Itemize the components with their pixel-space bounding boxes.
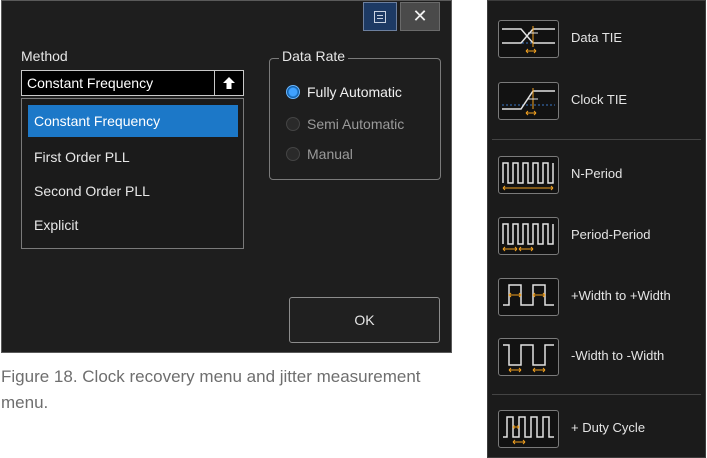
- pos-width-icon: [498, 278, 559, 316]
- menu-item-duty-cycle[interactable]: + Duty Cycle: [488, 398, 707, 458]
- figure-caption: Figure 18. Clock recovery menu and jitte…: [1, 367, 421, 412]
- radio-label: Manual: [307, 146, 353, 162]
- neg-width-icon: [498, 338, 559, 376]
- period-period-icon: [498, 217, 559, 255]
- close-icon: ✕: [412, 6, 428, 27]
- radio-checked-icon: [286, 85, 300, 99]
- method-option-first-order-pll[interactable]: First Order PLL: [28, 141, 238, 173]
- radio-manual[interactable]: Manual: [286, 146, 353, 162]
- ok-button[interactable]: OK: [289, 297, 440, 343]
- close-button[interactable]: ✕: [400, 2, 440, 31]
- menu-item-data-tie[interactable]: Data TIE: [488, 8, 707, 68]
- clock-tie-icon: [498, 82, 559, 120]
- menu-item-n-period[interactable]: N-Period: [488, 144, 707, 204]
- menu-item-label: +Width to +Width: [571, 288, 671, 303]
- method-label: Method: [21, 48, 68, 64]
- data-tie-icon: [498, 20, 559, 58]
- dropdown-toggle[interactable]: [214, 71, 243, 95]
- method-option-explicit[interactable]: Explicit: [28, 209, 238, 241]
- method-dropdown[interactable]: Constant Frequency: [21, 70, 244, 96]
- menu-item-clock-tie[interactable]: Clock TIE: [488, 70, 707, 130]
- radio-semi-automatic[interactable]: Semi Automatic: [286, 116, 404, 132]
- menu-item-label: -Width to -Width: [571, 348, 665, 363]
- method-selected-value: Constant Frequency: [27, 75, 154, 91]
- radio-fully-automatic[interactable]: Fully Automatic: [286, 84, 402, 100]
- menu-item-pos-width[interactable]: +Width to +Width: [488, 266, 707, 326]
- radio-label: Semi Automatic: [307, 116, 405, 132]
- jitter-measurement-menu: Data TIE Clock TIE N-Period Period-Perio…: [487, 0, 706, 458]
- radio-unchecked-icon: [286, 147, 300, 161]
- menu-button[interactable]: [363, 2, 397, 31]
- radio-label: Fully Automatic: [307, 84, 402, 100]
- method-option-second-order-pll[interactable]: Second Order PLL: [28, 175, 238, 207]
- method-option-constant-frequency[interactable]: Constant Frequency: [28, 105, 238, 137]
- menu-item-label: N-Period: [571, 166, 623, 181]
- menu-item-neg-width[interactable]: -Width to -Width: [488, 326, 707, 386]
- divider: [492, 139, 701, 140]
- arrow-up-icon: [223, 77, 235, 89]
- menu-item-label: + Duty Cycle: [571, 420, 646, 435]
- menu-item-label: Clock TIE: [571, 92, 628, 107]
- radio-unchecked-icon: [286, 117, 300, 131]
- menu-item-label: Period-Period: [571, 227, 651, 242]
- method-options-list: Constant Frequency First Order PLL Secon…: [21, 98, 244, 249]
- menu-item-period-period[interactable]: Period-Period: [488, 205, 707, 265]
- duty-cycle-icon: [498, 410, 559, 448]
- n-period-icon: [498, 156, 559, 194]
- menu-icon: [374, 10, 386, 23]
- data-rate-label: Data Rate: [279, 48, 349, 64]
- menu-item-label: Data TIE: [571, 30, 623, 45]
- divider: [492, 394, 701, 395]
